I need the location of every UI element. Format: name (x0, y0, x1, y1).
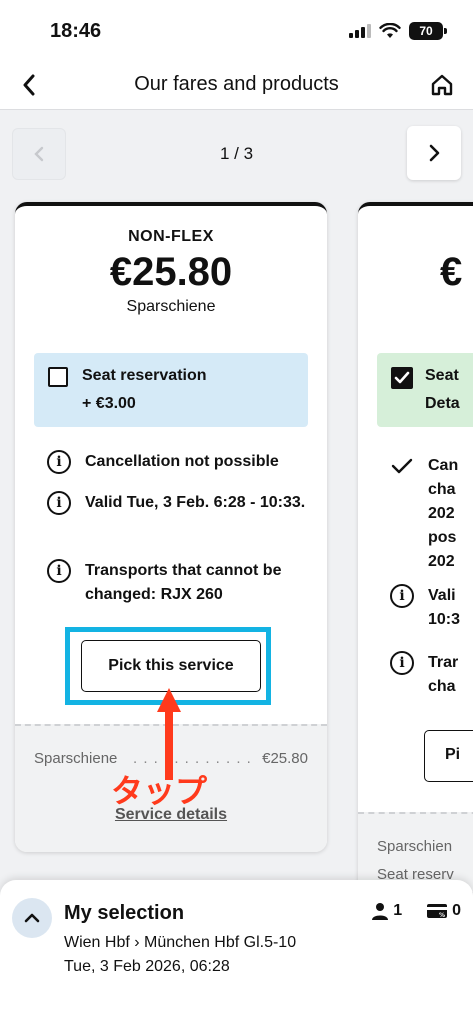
selection-counts: 1 % 0 (371, 902, 461, 920)
discount-card-icon: % (427, 904, 448, 919)
info-icon: i (47, 491, 71, 515)
status-icons: 70 (349, 22, 447, 40)
condition-text: Transports that cannot be changed: RJX 2… (85, 562, 282, 603)
pick-this-service-button[interactable]: Pick this service (81, 640, 261, 692)
next-condition-line: cha (428, 678, 456, 695)
next-condition-item: i Vali 10:3 (390, 584, 460, 632)
selection-date: Tue, 3 Feb 2026, 06:28 (64, 958, 230, 975)
next-seat-label: Seat (425, 367, 459, 384)
home-button[interactable] (427, 70, 457, 100)
summary-fare-name: Sparschiene (34, 750, 118, 767)
discount-card-count: 0 (452, 902, 461, 919)
service-details-link[interactable]: Service details (15, 806, 327, 824)
seat-reservation-option[interactable]: Seat reservation + €3.00 (34, 353, 308, 427)
next-condition-item: Can cha 202 pos 202 (390, 454, 458, 574)
condition-text: Valid Tue, 3 Feb. 6:28 - 10:33. (85, 494, 306, 511)
next-seat-details: Deta (425, 395, 460, 412)
next-condition-line: cha (428, 481, 456, 498)
status-bar: 18:46 70 (0, 0, 473, 60)
seat-reservation-label: Seat reservation (82, 367, 207, 384)
info-icon: i (390, 584, 414, 608)
next-offer-price: € (440, 250, 463, 294)
chevron-right-icon (429, 144, 440, 162)
info-icon: i (390, 651, 414, 675)
passenger-count: 1 (393, 902, 403, 919)
selection-title: My selection (64, 902, 185, 924)
navigation-bar: Our fares and products (0, 60, 473, 110)
offer-fare-name: Sparschiene (126, 298, 216, 315)
next-condition-line: 202 (428, 553, 455, 570)
next-seat-reservation-option[interactable]: Seat Deta (377, 353, 473, 427)
summary-amount: €25.80 (262, 750, 308, 767)
next-condition-line: Can (428, 457, 459, 474)
offer-type: NON-FLEX (128, 228, 214, 245)
offer-price: €25.80 (109, 250, 233, 294)
check-icon (390, 454, 414, 478)
pager-indicator: 1 / 3 (219, 144, 254, 163)
svg-text:%: % (439, 912, 445, 919)
next-condition-item: i Trar cha (390, 651, 458, 699)
condition-item: i Transports that cannot be changed: RJX… (47, 559, 309, 607)
info-icon: i (47, 559, 71, 583)
checkbox-checked-icon[interactable] (391, 367, 413, 389)
seat-reservation-checkbox[interactable] (48, 367, 68, 387)
status-time: 18:46 (50, 20, 102, 42)
next-offer-card[interactable]: € Seat Deta Can cha 202 pos 202 i Vali 1… (358, 202, 473, 892)
wifi-icon (379, 23, 401, 38)
next-condition-line: 202 (428, 505, 455, 522)
next-summary-line: Sparschien (377, 838, 453, 855)
selection-route: Wien Hbf › München Hbf Gl.5-10 (64, 934, 297, 951)
next-condition-line: Vali (428, 587, 456, 604)
info-icon: i (47, 450, 71, 474)
next-offer-button[interactable] (407, 126, 461, 180)
next-pick-button[interactable]: Pi (424, 730, 473, 782)
expand-selection-button[interactable] (12, 898, 52, 938)
passenger-icon (372, 903, 389, 920)
my-selection-panel[interactable]: My selection Wien Hbf › München Hbf Gl.5… (0, 880, 473, 1024)
offer-card: NON-FLEX €25.80 Sparschiene Seat reserva… (15, 202, 327, 852)
condition-item: i Cancellation not possible (47, 450, 309, 474)
next-condition-line: pos (428, 529, 457, 546)
next-condition-line: 10:3 (428, 611, 461, 628)
cellular-signal-icon (349, 24, 371, 38)
next-condition-line: Trar (428, 654, 459, 671)
seat-reservation-price: + €3.00 (82, 395, 136, 412)
battery-icon: 70 (409, 22, 447, 40)
summary-dots: . . . . . . . . . . . . (133, 750, 251, 767)
page-title: Our fares and products (134, 73, 339, 95)
home-icon (431, 74, 453, 96)
condition-text: Cancellation not possible (85, 453, 279, 470)
chevron-up-icon (24, 913, 40, 923)
condition-item: i Valid Tue, 3 Feb. 6:28 - 10:33. (47, 491, 309, 515)
